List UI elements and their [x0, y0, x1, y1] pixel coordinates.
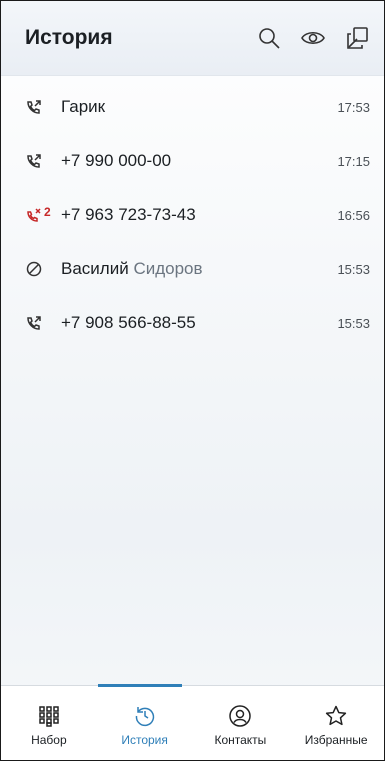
search-icon[interactable] — [256, 25, 282, 51]
missed-count-badge: 2 — [44, 205, 51, 219]
app-header: История — [1, 1, 384, 76]
tab-label: Набор — [31, 733, 67, 747]
phone-screen: История Гарик 17:53 +7 990 000-00 17:15 … — [0, 0, 385, 761]
call-row[interactable]: Василий Сидоров 15:53 — [1, 242, 384, 296]
call-name: Гарик — [61, 97, 106, 116]
missed-call-icon: 2 — [25, 205, 61, 224]
call-time: 15:53 — [337, 315, 370, 331]
page-title: История — [25, 26, 113, 49]
tab-label: Избранные — [304, 733, 368, 747]
call-name-surname: Сидоров — [133, 259, 203, 278]
call-row[interactable]: 2 +7 963 723-73-43 16:56 — [1, 188, 384, 242]
call-name: +7 963 723-73-43 — [61, 205, 196, 224]
tab-label: Контакты — [214, 733, 267, 747]
tab-favorites[interactable]: Избранные — [288, 686, 384, 760]
star-icon — [324, 703, 348, 729]
call-name: Василий Сидоров — [61, 259, 203, 278]
call-time: 16:56 — [337, 207, 370, 223]
call-row[interactable]: +7 908 566-88-55 15:53 — [1, 296, 384, 350]
call-history-list: Гарик 17:53 +7 990 000-00 17:15 2 +7 963… — [1, 76, 384, 350]
call-name: +7 908 566-88-55 — [61, 313, 196, 332]
tab-history[interactable]: История — [97, 686, 193, 760]
eye-icon[interactable] — [300, 25, 326, 51]
outgoing-call-icon — [25, 152, 61, 170]
outgoing-call-icon — [25, 98, 61, 116]
bottom-tab-bar: Набор История Контакты Избранные — [1, 684, 384, 760]
outgoing-call-icon — [25, 314, 61, 332]
tab-label: История — [121, 733, 168, 747]
dialpad-icon — [38, 703, 60, 729]
blocked-icon — [25, 260, 61, 278]
history-icon — [133, 703, 157, 729]
call-row[interactable]: +7 990 000-00 17:15 — [1, 134, 384, 188]
header-actions — [256, 25, 370, 51]
tab-dialpad[interactable]: Набор — [1, 686, 97, 760]
call-time: 15:53 — [337, 261, 370, 277]
call-time: 17:15 — [337, 153, 370, 169]
call-name: +7 990 000-00 — [61, 151, 172, 170]
copy-icon[interactable] — [344, 25, 370, 51]
active-tab-indicator — [98, 684, 182, 687]
tab-contacts[interactable]: Контакты — [193, 686, 289, 760]
call-time: 17:53 — [337, 99, 370, 115]
contacts-icon — [228, 703, 252, 729]
call-row[interactable]: Гарик 17:53 — [1, 80, 384, 134]
